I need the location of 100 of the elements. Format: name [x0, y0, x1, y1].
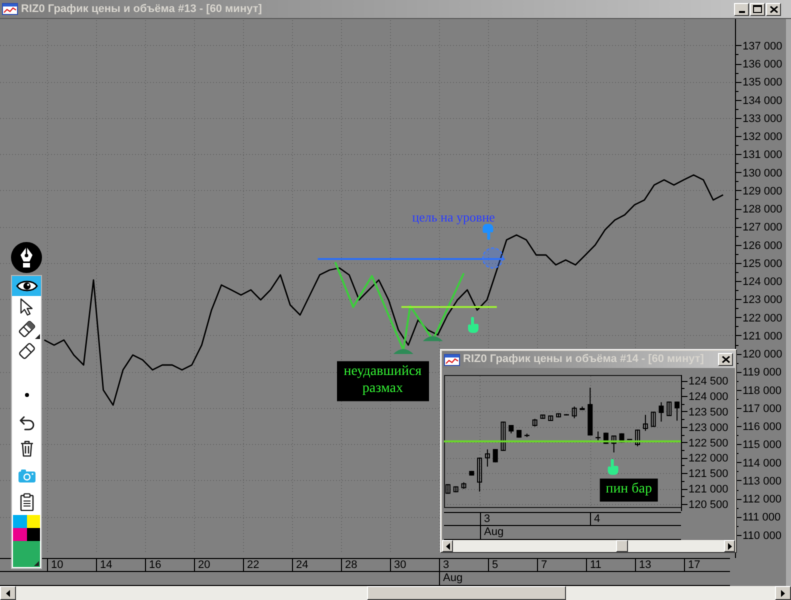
candle — [619, 432, 624, 444]
candle — [674, 401, 680, 422]
view-tool-button[interactable] — [12, 276, 41, 296]
axis-label: 121 000 — [742, 330, 782, 342]
month-label: Aug — [480, 526, 681, 539]
pointing-hand-icon — [482, 224, 494, 240]
current-color-swatch[interactable] — [13, 541, 40, 567]
candle — [635, 429, 640, 447]
date-label: 11 — [586, 559, 635, 571]
axis-label: 121 000 — [688, 484, 728, 496]
scroll-right-button[interactable] — [724, 540, 735, 552]
left-arrow-icon — [6, 590, 10, 596]
candle — [564, 414, 569, 416]
axis-label: 133 000 — [742, 112, 782, 125]
candle — [642, 414, 648, 432]
candle — [477, 457, 482, 492]
corner-triangle-icon — [34, 561, 39, 566]
date-label: 7 — [537, 559, 586, 571]
scroll-right-button[interactable] — [775, 586, 791, 600]
minimize-button[interactable] — [734, 2, 749, 16]
pointing-hand-icon — [608, 458, 618, 475]
candle — [500, 421, 506, 452]
candle — [658, 402, 664, 422]
axis-label: 125 000 — [742, 258, 782, 270]
maximize-icon — [753, 5, 762, 13]
date-label: 20 — [194, 559, 243, 571]
right-arrow-icon — [728, 542, 732, 550]
candle — [492, 448, 498, 463]
color-swatch[interactable] — [13, 515, 26, 528]
axis-label: 132 000 — [742, 131, 782, 144]
candle — [580, 406, 585, 410]
axis-label: 111 000 — [742, 512, 781, 524]
undo-icon — [18, 414, 34, 430]
axis-label: 123 000 — [688, 422, 728, 434]
axis-label: 129 000 — [742, 185, 782, 198]
date-label: 22 — [243, 559, 292, 571]
dot-icon — [24, 393, 28, 397]
axis-label: 119 000 — [742, 366, 782, 379]
candle — [516, 429, 522, 438]
candle — [572, 406, 577, 419]
candle — [484, 448, 490, 468]
candle — [453, 486, 458, 493]
annotation-text: цель на уровне — [412, 210, 495, 224]
close-icon — [770, 6, 778, 12]
clipboard-icon — [20, 493, 34, 511]
axis-label: 117 000 — [742, 402, 782, 415]
axis-label: 135 000 — [742, 76, 782, 89]
color-swatch[interactable] — [26, 528, 40, 541]
candle — [508, 424, 514, 434]
axis-label: 126 000 — [742, 240, 782, 252]
month-label: Aug — [439, 572, 730, 585]
date-label: 28 — [341, 559, 390, 571]
axis-label: 122 000 — [688, 452, 728, 465]
axis-label: 112 000 — [742, 494, 782, 506]
close-icon — [722, 356, 730, 363]
date-label: 30 — [390, 559, 439, 571]
color-swatch[interactable] — [26, 515, 40, 528]
color-swatch[interactable] — [13, 528, 26, 541]
maximize-button[interactable] — [750, 2, 765, 16]
scroll-left-button[interactable] — [442, 540, 453, 552]
date-label: 17 — [684, 559, 730, 571]
date-label: 24 — [292, 559, 341, 571]
axis-label: 116 000 — [742, 421, 782, 434]
axis-label: 136 000 — [742, 58, 782, 70]
scroll-left-button[interactable] — [0, 586, 16, 600]
mound-marker — [393, 348, 414, 354]
candle — [469, 470, 474, 476]
axis-label: 113 000 — [742, 475, 782, 488]
axis-label: 127 000 — [742, 222, 782, 234]
date-label: 14 — [96, 559, 145, 571]
axis-label: 124 500 — [688, 376, 728, 388]
candle — [461, 482, 466, 490]
axis-label: 122 000 — [742, 312, 782, 324]
arrow-cursor-icon — [19, 298, 34, 316]
chart-window-icon — [2, 3, 18, 15]
close-button[interactable] — [718, 353, 733, 366]
date-label: 4 — [590, 513, 681, 525]
camera-icon — [18, 468, 36, 482]
candle — [650, 411, 656, 428]
close-button[interactable] — [766, 2, 781, 16]
axis-label: 137 000 — [742, 40, 782, 52]
date-label: 3 — [480, 513, 590, 525]
scrollbar-thumb[interactable] — [616, 540, 628, 552]
annotation-label: неудавшийся размах — [336, 361, 429, 401]
candle — [532, 418, 538, 428]
axis-label: 122 500 — [688, 437, 728, 450]
axis-label: 128 000 — [742, 204, 782, 216]
date-label: 10 — [47, 559, 96, 571]
axis-label: 121 500 — [688, 468, 728, 480]
candle — [445, 484, 450, 494]
axis-label: 110 000 — [742, 530, 782, 542]
candle — [611, 435, 616, 453]
circle-marker — [482, 247, 504, 269]
pen-nib-icon[interactable] — [11, 242, 42, 273]
axis-label: 114 000 — [742, 457, 782, 470]
mound-marker — [422, 336, 443, 342]
trash-icon — [20, 440, 34, 457]
scrollbar-thumb[interactable] — [367, 586, 566, 600]
axis-label: 124 000 — [688, 391, 728, 404]
date-label: 5 — [488, 559, 537, 571]
